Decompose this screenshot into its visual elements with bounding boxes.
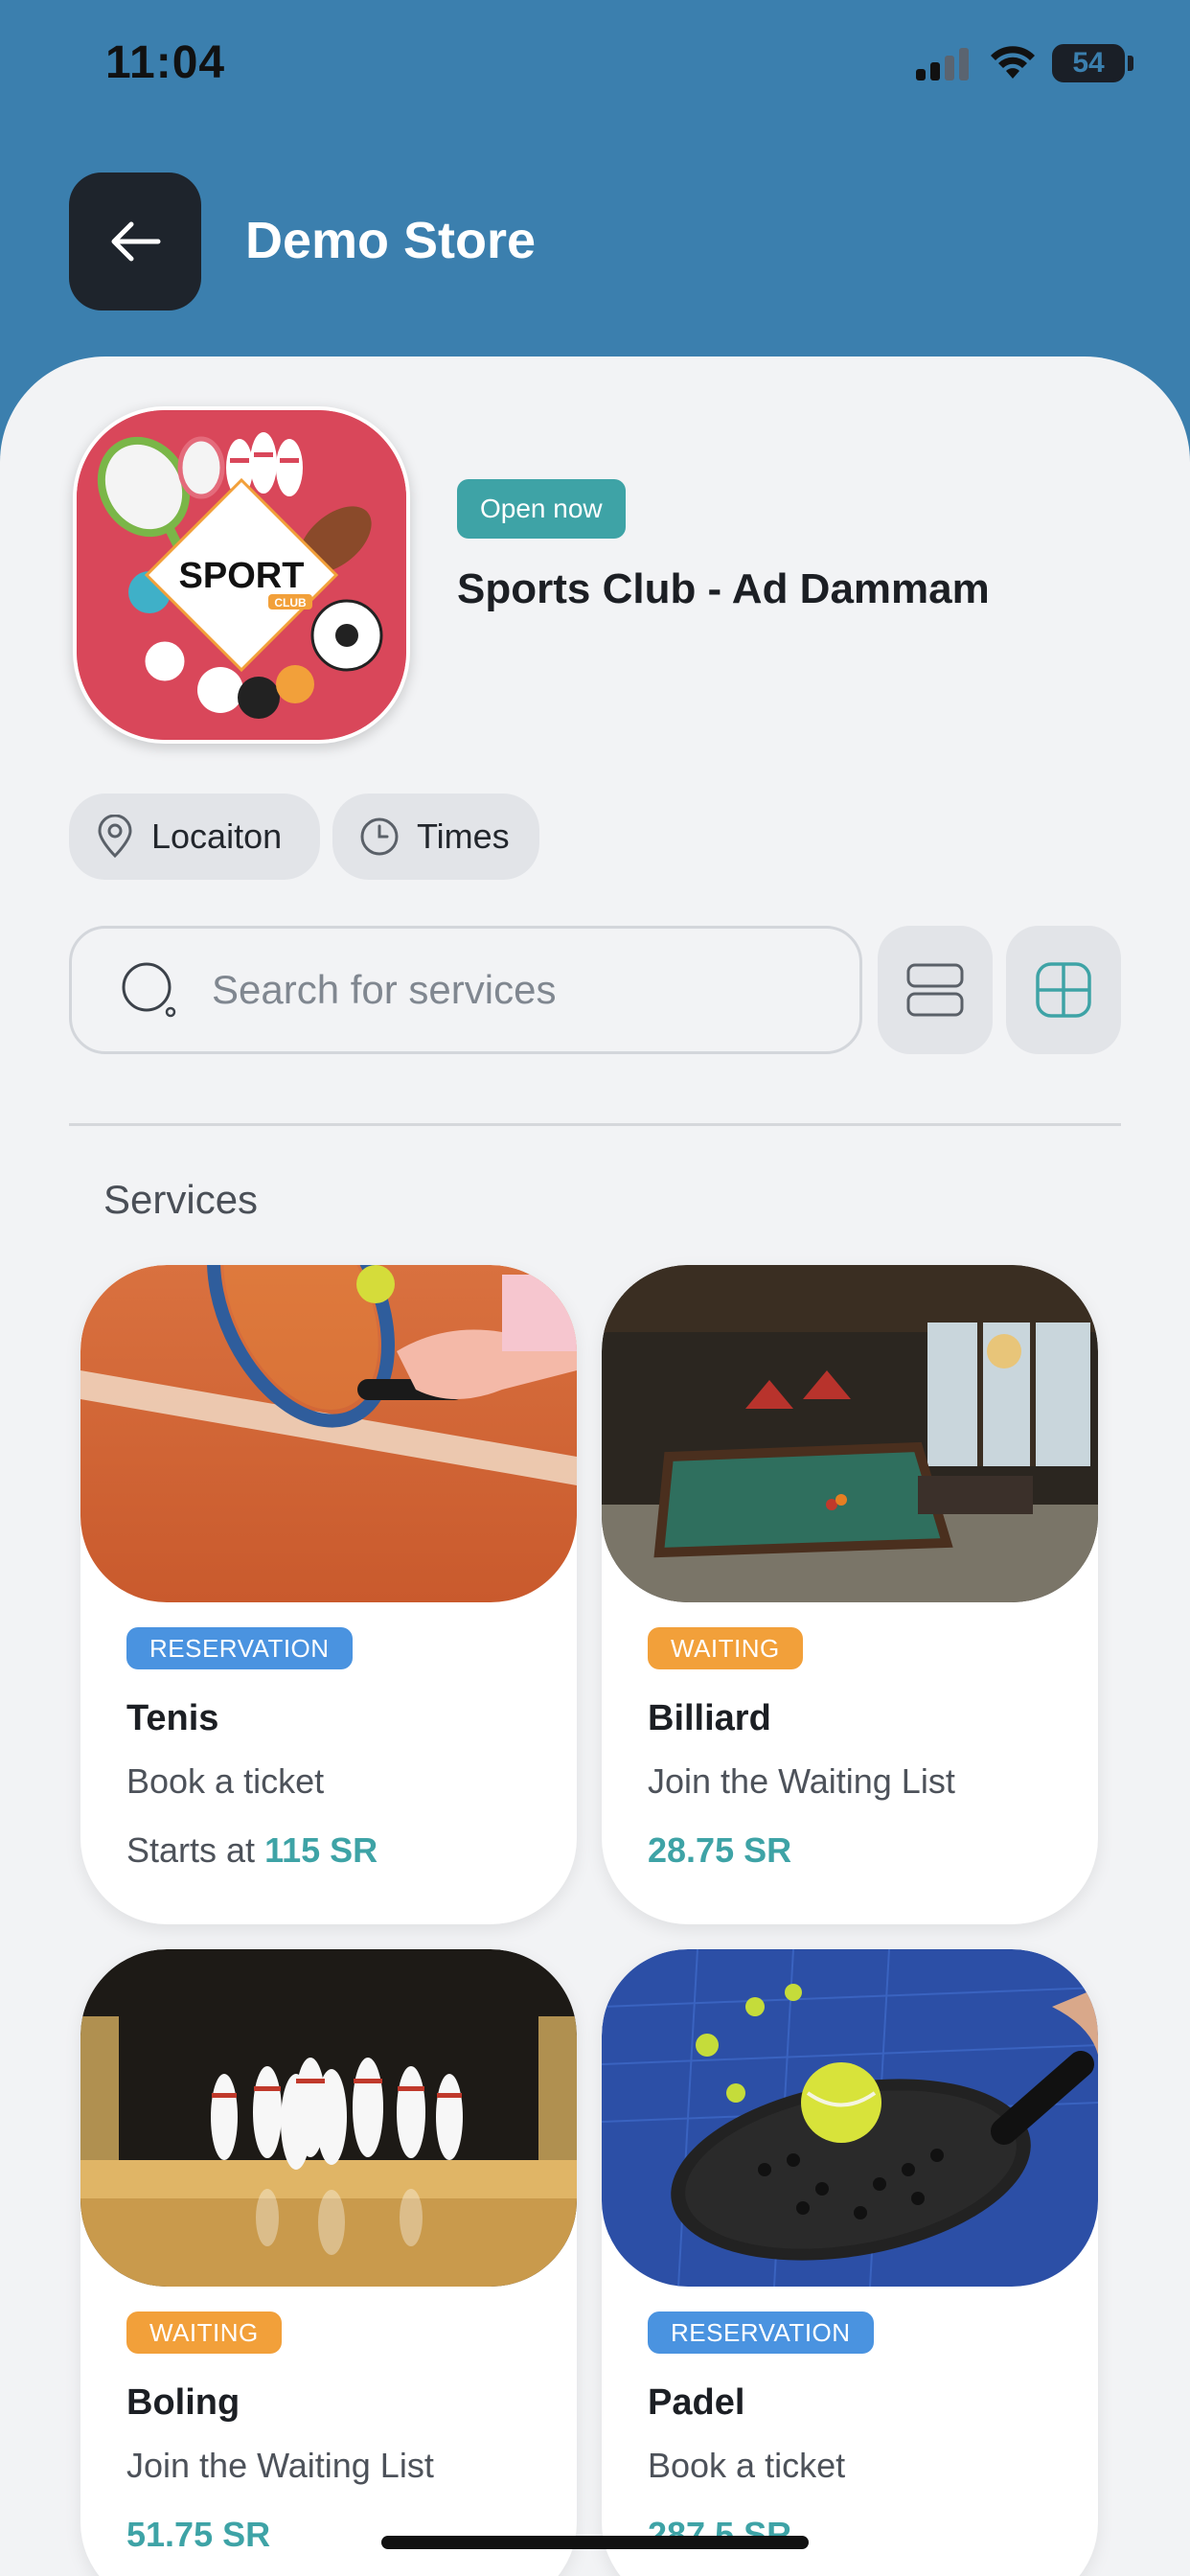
service-subtitle: Join the Waiting List xyxy=(648,1761,955,1801)
battery-level: 54 xyxy=(1072,47,1105,79)
tennis-image xyxy=(80,1265,577,1602)
bowling-image xyxy=(80,1949,577,2287)
store-name: Sports Club - Ad Dammam xyxy=(457,565,990,612)
divider xyxy=(69,1123,1121,1126)
billiard-image xyxy=(602,1265,1098,1602)
arrow-left-icon xyxy=(111,221,161,262)
store-logo: SPORT CLUB xyxy=(73,406,410,744)
location-pin-icon xyxy=(98,815,132,859)
location-chip[interactable]: Locaiton xyxy=(69,794,320,880)
search-input[interactable] xyxy=(212,967,787,1013)
service-price: 28.75 SR xyxy=(648,1830,792,1870)
service-card-billiard[interactable]: WAITING Billiard Join the Waiting List 2… xyxy=(602,1265,1098,1924)
service-price-row: Starts at 115 SR xyxy=(126,1830,378,1871)
page-title: Demo Store xyxy=(245,212,537,269)
status-bar: 11:04 54 xyxy=(0,0,1190,134)
service-type-badge: WAITING xyxy=(126,2312,282,2354)
logo-subtext: CLUB xyxy=(274,596,307,610)
services-section-title: Services xyxy=(103,1177,259,1222)
logo-text: SPORT xyxy=(179,556,305,596)
service-type-badge: RESERVATION xyxy=(648,2312,874,2354)
service-type-badge: RESERVATION xyxy=(126,1627,353,1669)
back-button[interactable] xyxy=(69,172,201,310)
battery-cap xyxy=(1128,56,1133,71)
service-title: Boling xyxy=(126,2382,240,2423)
service-price: 115 SR xyxy=(264,1830,378,1870)
service-title: Tenis xyxy=(126,1698,219,1738)
open-status-badge: Open now xyxy=(457,479,626,539)
price-prefix: Starts at xyxy=(126,1830,265,1870)
grid-view-button[interactable] xyxy=(1006,926,1121,1054)
service-title: Padel xyxy=(648,2382,745,2423)
home-indicator[interactable] xyxy=(381,2536,809,2549)
grid-view-icon xyxy=(1036,962,1091,1018)
padel-image xyxy=(602,1949,1098,2287)
service-price-row: 28.75 SR xyxy=(648,1830,791,1871)
service-price-row: 51.75 SR xyxy=(126,2515,270,2555)
cellular-signal-icon xyxy=(916,48,970,80)
location-chip-label: Locaiton xyxy=(151,816,283,856)
service-price: 51.75 SR xyxy=(126,2515,271,2554)
service-card-tenis[interactable]: RESERVATION Tenis Book a ticket Starts a… xyxy=(80,1265,577,1924)
sport-club-logo-image: SPORT CLUB xyxy=(77,410,406,740)
service-subtitle: Book a ticket xyxy=(126,1761,325,1801)
service-type-badge: WAITING xyxy=(648,1627,803,1669)
clock-icon xyxy=(360,817,399,856)
service-subtitle: Join the Waiting List xyxy=(126,2446,434,2485)
list-view-button[interactable] xyxy=(878,926,993,1054)
times-chip-label: Times xyxy=(417,816,510,856)
service-card-boling[interactable]: WAITING Boling Join the Waiting List 51.… xyxy=(80,1949,577,2576)
battery-icon: 54 xyxy=(1052,44,1125,82)
times-chip[interactable]: Times xyxy=(332,794,539,880)
list-view-icon xyxy=(906,963,964,1017)
search-icon xyxy=(122,962,176,1018)
status-time: 11:04 xyxy=(105,37,226,88)
service-subtitle: Book a ticket xyxy=(648,2446,846,2485)
search-box[interactable] xyxy=(69,926,862,1054)
service-title: Billiard xyxy=(648,1698,771,1738)
wifi-icon xyxy=(991,46,1035,79)
service-card-padel[interactable]: RESERVATION Padel Book a ticket 287.5 SR xyxy=(602,1949,1098,2576)
